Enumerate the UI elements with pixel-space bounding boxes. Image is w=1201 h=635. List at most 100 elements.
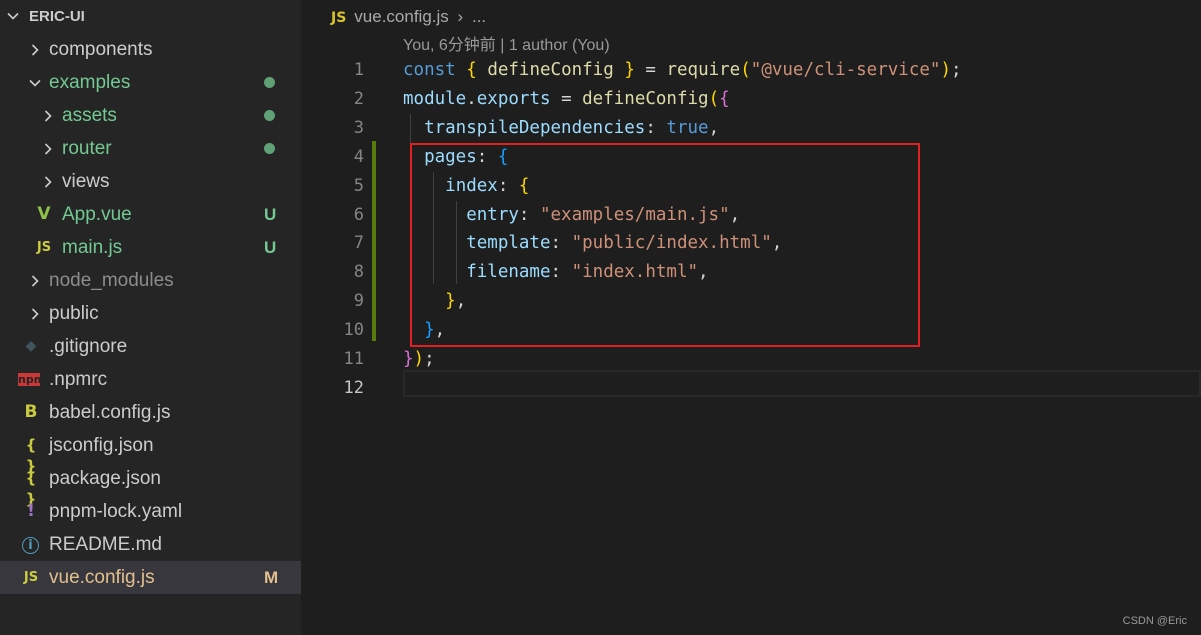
chevron-right-icon[interactable] [28, 274, 42, 288]
npm-file-icon: npm [18, 373, 46, 386]
chevron-down-icon[interactable] [28, 76, 42, 90]
tree-item[interactable]: node_modules [0, 264, 301, 297]
json-file-icon: { } [25, 469, 37, 508]
code-token: { [719, 88, 730, 109]
code-text: module.exports = defineConfig({ [403, 85, 730, 114]
tree-item-label: main.js [62, 237, 123, 258]
tree-item-label: pnpm-lock.yaml [49, 501, 183, 522]
git-status-dot [264, 77, 275, 88]
tree-item[interactable]: components [0, 33, 301, 66]
git-status-dot [264, 143, 275, 154]
tree-item-label: components [49, 39, 153, 60]
tree-item-label: App.vue [62, 204, 132, 225]
babel-file-icon: B [24, 402, 38, 422]
line-number: 5 [353, 175, 364, 196]
tree-item-label: public [49, 303, 99, 324]
tree-item-label: router [62, 138, 112, 159]
line-number: 4 [353, 146, 364, 167]
code-token: defineConfig [582, 88, 709, 109]
code-token: exports [476, 88, 551, 109]
yaml-file-icon: ! [27, 501, 35, 521]
tree-item[interactable]: public [0, 297, 301, 330]
tree-item[interactable]: ◆ .gitignore [0, 330, 301, 363]
tree-item[interactable]: examples [0, 66, 301, 99]
chevron-right-icon[interactable] [41, 142, 55, 156]
tree-item[interactable]: { } package.json [0, 462, 301, 508]
code-token: module [403, 88, 467, 109]
tree-item-label: .gitignore [49, 336, 128, 357]
line-number: 2 [353, 88, 364, 109]
js-file-icon: JS [331, 10, 347, 26]
line-number: 8 [353, 262, 364, 283]
tree-item[interactable]: assets [0, 99, 301, 132]
tree-item[interactable]: i README.md [0, 528, 301, 561]
tree-item[interactable]: JS vue.config.js M [0, 561, 301, 594]
code-token: defineConfig [487, 60, 614, 80]
breadcrumb-file[interactable]: vue.config.js [354, 7, 449, 26]
tree-item-label: README.md [49, 534, 162, 555]
code-token: true [666, 117, 709, 138]
code-token: = [634, 60, 667, 80]
tree-item-label: views [62, 171, 110, 192]
code-text: }); [403, 345, 435, 374]
code-line[interactable]: 11}); [301, 345, 1201, 374]
json-file-icon: { } [25, 436, 37, 475]
tree-item[interactable]: { } jsconfig.json [0, 429, 301, 475]
annotation-highlight-box [410, 143, 920, 347]
chevron-right-icon[interactable] [28, 307, 42, 321]
git-status-badge: U [264, 205, 277, 224]
vue-file-icon: V [37, 204, 51, 224]
code-token: ; [950, 60, 962, 80]
code-token: transpileDependencies [424, 117, 646, 138]
code-token: : [645, 117, 667, 138]
tree-item[interactable]: views [0, 165, 301, 198]
js-file-icon: JS [36, 240, 52, 255]
tree-item-label: .npmrc [49, 369, 108, 390]
chevron-right-icon[interactable] [41, 109, 55, 123]
code-token: ( [740, 60, 751, 80]
tree-item-label: package.json [49, 468, 161, 489]
git-status-badge: M [264, 568, 279, 587]
watermark: CSDN @Eric [1122, 615, 1187, 627]
code-token: "@vue/cli-service" [750, 60, 941, 80]
chevron-right-icon[interactable] [28, 43, 42, 57]
breadcrumb-separator: › [457, 7, 464, 26]
git-blame-codelens[interactable]: You, 6分钟前 | 1 author (You) [403, 36, 610, 56]
tree-item[interactable]: router [0, 132, 301, 165]
line-number: 12 [343, 377, 364, 398]
line-number: 10 [343, 320, 364, 341]
tree-item-label: babel.config.js [49, 402, 171, 423]
code-line[interactable]: 1 const { defineConfig } = require("@vue/… [301, 56, 1201, 85]
line-number: 9 [353, 291, 364, 312]
git-status-dot [264, 110, 275, 121]
code-editor[interactable]: JS vue.config.js › ... You, 6分钟前 | 1 auth… [301, 0, 1201, 635]
explorer-sidebar: ERIC-UI components examples assets router vi… [0, 0, 301, 635]
tree-item[interactable]: V App.vue U [0, 198, 301, 231]
code-token: ( [708, 88, 720, 109]
tree-item[interactable]: Bbabel.config.js [0, 396, 301, 429]
code-line[interactable]: 12 [301, 374, 1201, 403]
code-token: . [466, 88, 477, 109]
line-number: 7 [353, 233, 364, 254]
git-file-icon: ◆ [25, 338, 37, 354]
info-file-icon: i [22, 537, 39, 554]
chevron-right-icon[interactable] [41, 175, 55, 189]
code-token: ) [413, 349, 425, 369]
code-token: } [403, 349, 414, 369]
tree-item[interactable]: JS main.js U [0, 231, 301, 264]
tree-item-label: vue.config.js [49, 567, 155, 588]
breadcrumb-more[interactable]: ... [472, 7, 486, 26]
tree-item[interactable]: npm .npmrc [0, 363, 301, 396]
js-file-icon: JS [23, 570, 39, 585]
chevron-down-icon[interactable] [6, 9, 20, 23]
code-line[interactable]: 2 module.exports = defineConfig({ [301, 85, 1201, 114]
code-token: require [666, 60, 741, 80]
code-line[interactable]: 3 transpileDependencies: true, [301, 114, 1201, 143]
line-number: 1 [353, 60, 364, 80]
code-token: } [624, 60, 635, 80]
explorer-root-title[interactable]: ERIC-UI [29, 0, 85, 33]
code-token: ) [940, 60, 951, 80]
tree-item[interactable]: ! pnpm-lock.yaml [0, 495, 301, 528]
